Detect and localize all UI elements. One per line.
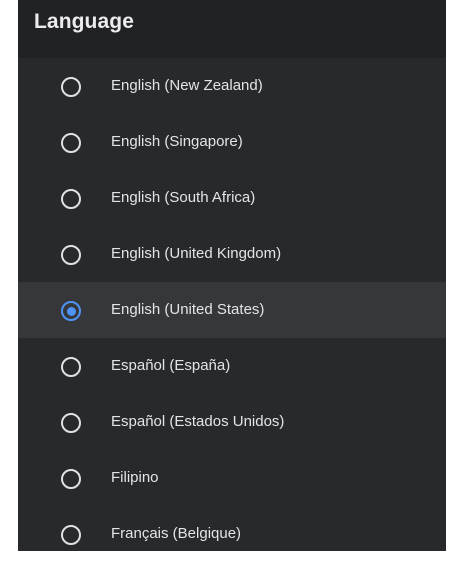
language-option-label: English (United States) [111,301,265,318]
radio-button-icon[interactable] [61,357,81,377]
language-option-label: Español (Estados Unidos) [111,413,285,430]
language-option-label: Español (España) [111,357,231,374]
language-list: English (New Zealand) English (Singapore… [18,58,446,551]
language-option[interactable]: English (New Zealand) [18,58,446,114]
language-option-label: English (United Kingdom) [111,245,282,262]
language-option-label: English (South Africa) [111,189,256,206]
radio-button-icon[interactable] [61,469,81,489]
radio-button-icon[interactable] [61,189,81,209]
language-option-label: English (New Zealand) [111,77,263,94]
language-option[interactable]: English (United Kingdom) [18,226,446,282]
language-dialog: Language English (New Zealand) English (… [18,0,446,551]
radio-button-icon[interactable] [61,77,81,97]
language-option[interactable]: Español (España) [18,338,446,394]
language-option[interactable]: Français (Belgique) [18,506,446,551]
language-option-selected[interactable]: English (United States) [18,282,446,338]
language-option-label: English (Singapore) [111,133,243,150]
radio-button-checked-icon[interactable] [61,301,81,321]
radio-button-icon[interactable] [61,245,81,265]
radio-button-icon[interactable] [61,413,81,433]
language-option-label: Français (Belgique) [111,525,242,542]
language-option[interactable]: English (South Africa) [18,170,446,226]
language-option[interactable]: English (Singapore) [18,114,446,170]
language-option-label: Filipino [111,469,159,486]
radio-button-icon[interactable] [61,525,81,545]
dialog-title: Language [34,10,134,33]
radio-button-icon[interactable] [61,133,81,153]
dialog-header: Language [18,0,446,58]
language-option[interactable]: Español (Estados Unidos) [18,394,446,450]
language-option[interactable]: Filipino [18,450,446,506]
